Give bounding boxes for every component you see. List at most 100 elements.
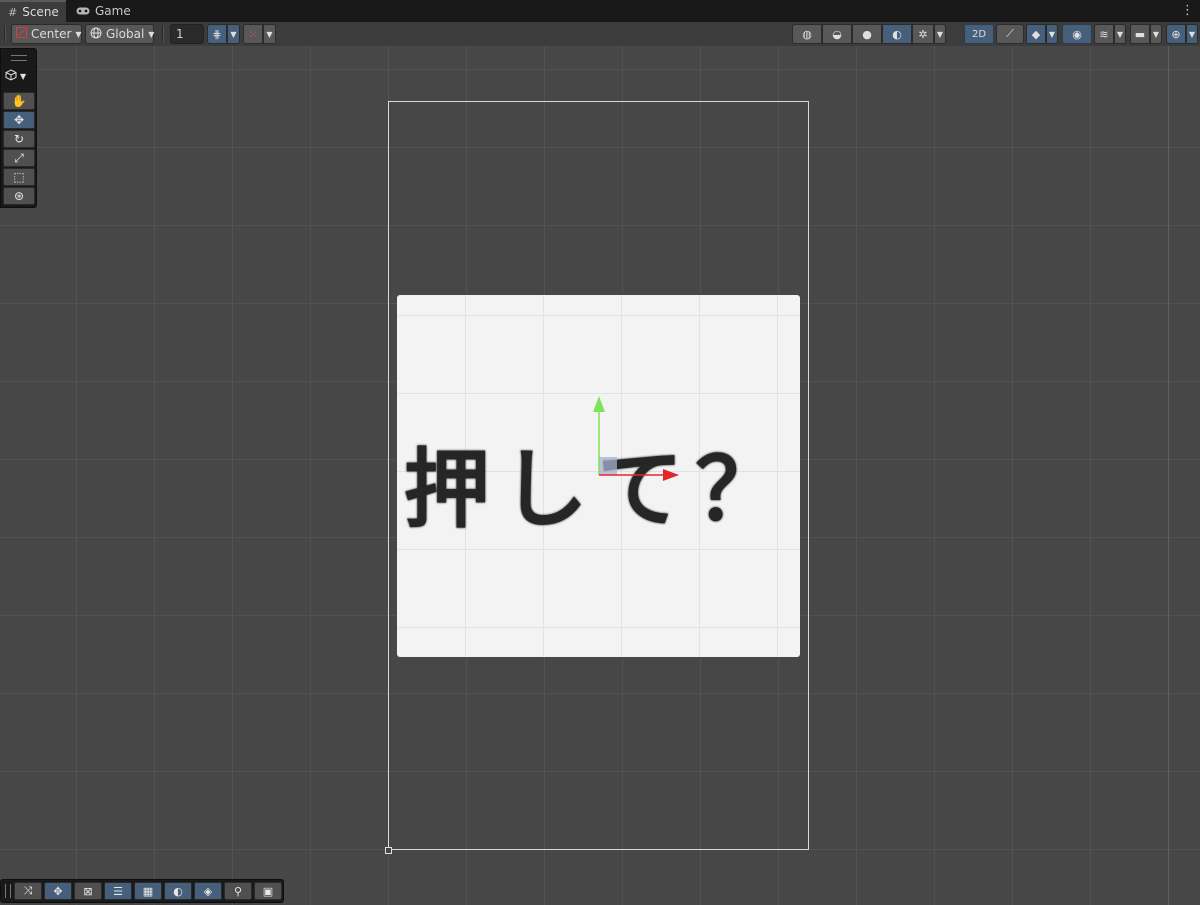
- cube-icon: [5, 69, 17, 84]
- gizmos-dropdown[interactable]: ▼: [1186, 24, 1198, 44]
- pivot-mode-label: Center: [31, 27, 72, 41]
- transform-tool[interactable]: ⊛: [3, 187, 35, 205]
- audio-toggle-button[interactable]: ◆: [1026, 24, 1046, 44]
- overlay-toolbar: ⤨ ✥ ⊠ ☰ ▦ ◐ ◈ ⚲ ▣: [0, 879, 284, 903]
- move-arrows-icon: ✥: [13, 113, 25, 127]
- rotate-tool[interactable]: ↻: [3, 130, 35, 148]
- move-tool[interactable]: ✥: [3, 111, 35, 129]
- layers-button[interactable]: ≋: [1094, 24, 1114, 44]
- draw-mode-dropdown[interactable]: ▼: [934, 24, 946, 44]
- tab-scene[interactable]: # Scene: [0, 0, 66, 22]
- gizmos-group: ⊕ ▼: [1166, 24, 1198, 44]
- ui-panel[interactable]: 押して？: [397, 295, 800, 657]
- chevron-down-icon: ▼: [1188, 29, 1196, 39]
- light-off-icon: ⟋: [1006, 27, 1014, 40]
- globe-icon: [90, 27, 102, 42]
- tab-bar: # Scene Game ⋮: [0, 0, 1200, 23]
- lighting-toggle-button[interactable]: ◐: [882, 24, 912, 44]
- scene-viewport[interactable]: 押して？: [0, 46, 1200, 905]
- scene-lighting-toggle[interactable]: ⟋: [996, 24, 1024, 44]
- camera-button[interactable]: ▬: [1130, 24, 1150, 44]
- overlay-collider-button[interactable]: ⊠: [74, 882, 102, 900]
- chevron-down-icon: ▼: [1152, 29, 1160, 39]
- chevron-down-icon: ▼: [20, 72, 27, 81]
- debug-draw-button[interactable]: ✲: [912, 24, 934, 44]
- layers-dropdown[interactable]: ▼: [1114, 24, 1126, 44]
- transform-icon: ⊛: [13, 189, 25, 203]
- shaded-wireframe-button[interactable]: ◒: [822, 24, 852, 44]
- overlay-search-button[interactable]: ⚲: [224, 882, 252, 900]
- toolbar-separator: [162, 26, 164, 42]
- grid-icon: #: [8, 5, 18, 19]
- overlay-lighting-button[interactable]: ◐: [164, 882, 192, 900]
- rotate-icon: ↻: [13, 132, 25, 146]
- draw-mode-group: ◍ ◒ ● ◐ ✲ ▼: [792, 24, 946, 44]
- camera-bounds-line: [1168, 46, 1169, 905]
- scale-tool[interactable]: ⤢: [3, 149, 35, 167]
- wireframe-button[interactable]: ◍: [792, 24, 822, 44]
- increment-snap-button[interactable]: ⁙: [243, 24, 263, 44]
- shaded-sphere-icon: ●: [862, 27, 872, 41]
- view-tool-dropdown[interactable]: ▼: [5, 69, 26, 84]
- palette-grip[interactable]: [11, 55, 27, 61]
- lighting-moon-icon: ◐: [892, 27, 902, 41]
- shaded-button[interactable]: ●: [852, 24, 882, 44]
- overlay-grid-button[interactable]: ▦: [134, 882, 162, 900]
- more-options-icon[interactable]: ⋮: [1181, 3, 1194, 18]
- 2d-mode-label: 2D: [971, 28, 987, 40]
- 2d-mode-button[interactable]: 2D: [964, 24, 994, 44]
- rect-handle[interactable]: [385, 847, 392, 854]
- stack-icon: ≋: [1099, 27, 1109, 41]
- overlay-move-button[interactable]: ✥: [44, 882, 72, 900]
- bug-icon: ✲: [918, 27, 928, 41]
- chevron-down-icon: ▼: [230, 29, 237, 39]
- layers-group: ≋ ▼: [1094, 24, 1126, 44]
- chevron-down-icon: ▼: [75, 29, 82, 39]
- toolbar-grip[interactable]: [4, 26, 6, 42]
- navmesh-icon: ◈: [203, 884, 213, 898]
- search-icon: ⚲: [233, 884, 243, 898]
- pivot-center-icon: [16, 27, 27, 41]
- scene-toolbar: Center ▼ Global ▼ 1 ⋕ ▼ ⁙ ▼ ◍ ◒ ● ◐ ✲ ▼ …: [0, 22, 1200, 47]
- pivot-rotation-dropdown[interactable]: Global ▼: [85, 24, 154, 44]
- grid-snapping-button[interactable]: ⋕: [207, 24, 227, 44]
- tab-game-label: Game: [95, 4, 131, 18]
- overlay-navmesh-button[interactable]: ◈: [194, 882, 222, 900]
- overlay-grip[interactable]: [5, 884, 11, 898]
- pivot-mode-dropdown[interactable]: Center ▼: [11, 24, 82, 44]
- grid-snap-group: ⋕ ▼: [207, 24, 240, 44]
- moon-icon: ◐: [173, 884, 183, 898]
- chevron-down-icon: ▼: [1048, 29, 1056, 39]
- overlay-shuffle-button[interactable]: ⤨: [14, 882, 42, 900]
- pivot-rotation-label: Global: [106, 27, 145, 41]
- move-arrows-icon: ✥: [53, 884, 63, 898]
- scale-icon: ⤢: [14, 150, 24, 165]
- overlay-camera-preview-button[interactable]: ▣: [254, 882, 282, 900]
- increment-snap-dropdown[interactable]: ▼: [263, 24, 276, 44]
- overlay-sliders-button[interactable]: ☰: [104, 882, 132, 900]
- ui-text[interactable]: 押して？: [397, 295, 800, 657]
- shuffle-icon: ⤨: [23, 884, 33, 897]
- grid-size-field[interactable]: 1: [170, 24, 204, 44]
- hand-tool[interactable]: ✋: [3, 92, 35, 110]
- chevron-down-icon: ▼: [148, 29, 155, 39]
- chevron-down-icon: ▼: [266, 29, 273, 39]
- camera-icon: ▬: [1134, 27, 1146, 41]
- layers-icon: ◆: [1031, 27, 1041, 41]
- camera-dropdown[interactable]: ▼: [1150, 24, 1162, 44]
- rect-tool[interactable]: ⬚: [3, 168, 35, 186]
- grid-hatch-icon: ▦: [142, 884, 154, 898]
- tab-scene-label: Scene: [22, 5, 59, 19]
- scene-visibility-button[interactable]: ◉: [1062, 24, 1092, 44]
- audio-group: ◆ ▼: [1026, 24, 1058, 44]
- tab-game[interactable]: Game: [68, 0, 132, 22]
- eye-icon: ◉: [1072, 27, 1082, 41]
- audio-dropdown[interactable]: ▼: [1046, 24, 1058, 44]
- grid-dots-icon: ⁙: [248, 27, 258, 41]
- increment-snap-group: ⁙ ▼: [243, 24, 276, 44]
- sliders-icon: ☰: [113, 884, 123, 898]
- gizmos-button[interactable]: ⊕: [1166, 24, 1186, 44]
- gamepad-icon: [76, 5, 90, 18]
- grid-snap-dropdown[interactable]: ▼: [227, 24, 240, 44]
- camera-group: ▬ ▼: [1130, 24, 1162, 44]
